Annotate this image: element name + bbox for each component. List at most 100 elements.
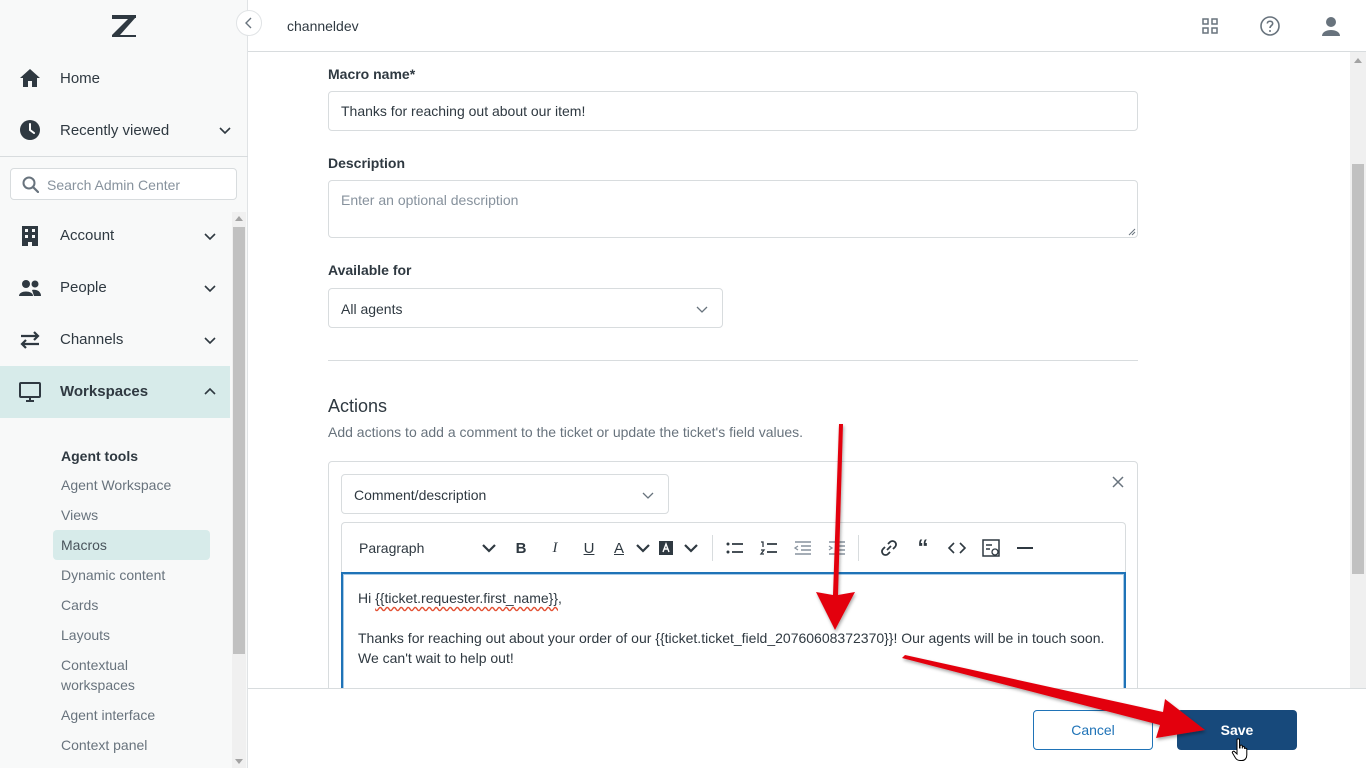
section-divider xyxy=(328,360,1138,361)
close-icon[interactable] xyxy=(1110,474,1126,490)
italic-button[interactable]: I xyxy=(544,537,566,559)
nav-account-label: Account xyxy=(60,227,115,244)
paragraph-style-select[interactable]: Paragraph xyxy=(359,540,424,556)
search-icon xyxy=(22,176,39,193)
highlight-button[interactable] xyxy=(655,537,677,559)
chevron-down-icon[interactable] xyxy=(478,537,500,559)
editor-blank-line xyxy=(358,608,1109,628)
nav-channels-label: Channels xyxy=(60,331,124,348)
editor-line-3: We can't wait to help out! xyxy=(358,650,514,666)
available-for-label: Available for xyxy=(328,262,412,278)
chevron-down-icon xyxy=(642,492,654,499)
sub-macros[interactable]: Macros xyxy=(53,530,210,560)
hand-cursor-icon xyxy=(1231,738,1248,761)
nav-workspaces-label: Workspaces xyxy=(60,383,149,400)
scroll-up-arrow[interactable] xyxy=(1354,58,1362,63)
sidebar-scrollbar[interactable] xyxy=(232,212,246,768)
nav-account[interactable]: Account xyxy=(0,210,230,262)
available-for-value: All agents xyxy=(341,301,403,317)
grid-icon[interactable] xyxy=(1199,15,1221,37)
text-color-button[interactable]: A xyxy=(608,537,630,559)
editor-comma: , xyxy=(558,590,562,606)
outdent-icon[interactable] xyxy=(792,537,814,559)
requester-placeholder: {{ticket.requester.first_name}} xyxy=(375,590,559,606)
actions-subtext: Add actions to add a comment to the tick… xyxy=(328,424,804,440)
description-label: Description xyxy=(328,155,406,171)
clock-icon xyxy=(20,120,40,140)
nav-home[interactable]: Home xyxy=(0,52,248,104)
nav-recently-viewed[interactable]: Recently viewed xyxy=(0,104,248,156)
sidebar: Home Recently viewed Account xyxy=(0,0,248,768)
scroll-down-arrow[interactable] xyxy=(235,759,243,764)
main-scrollbar[interactable] xyxy=(1350,52,1366,688)
sub-context-panel[interactable]: Context panel xyxy=(53,730,210,760)
home-icon xyxy=(20,69,40,87)
macro-editor: Macro name* Description Available for Al… xyxy=(248,52,1350,688)
nav-home-label: Home xyxy=(60,69,101,87)
macro-name-input[interactable] xyxy=(328,91,1138,131)
actions-heading: Actions xyxy=(328,396,388,416)
building-icon xyxy=(22,226,38,246)
action-card: Comment/description Paragraph B I U A “ … xyxy=(328,461,1138,688)
agent-tools-heading: Agent tools xyxy=(61,448,138,464)
resize-grip-icon[interactable] xyxy=(1128,228,1136,236)
sidebar-scroll-thumb[interactable] xyxy=(233,227,245,654)
scroll-up-arrow[interactable] xyxy=(235,216,243,221)
editor-greeting: Hi xyxy=(358,590,376,606)
cancel-button[interactable]: Cancel xyxy=(1033,710,1153,750)
collapse-sidebar-button[interactable] xyxy=(236,10,262,36)
underline-button[interactable]: U xyxy=(578,537,600,559)
sub-dynamic-content[interactable]: Dynamic content xyxy=(53,560,210,590)
sub-agent-interface[interactable]: Agent interface xyxy=(53,700,210,730)
user-icon[interactable] xyxy=(1320,15,1342,37)
form-footer: Cancel Save xyxy=(248,688,1366,768)
comment-editor[interactable]: Hi {{ticket.requester.first_name}}, Than… xyxy=(341,572,1126,688)
description-input[interactable] xyxy=(328,180,1138,238)
chevron-down-icon xyxy=(219,127,231,135)
editor-toolbar: Paragraph B I U A “ xyxy=(341,522,1126,572)
sidebar-scroll-area: Account People Channels Workspaces Agent… xyxy=(0,210,232,768)
sub-views[interactable]: Views xyxy=(53,500,210,530)
horizontal-rule-icon[interactable] xyxy=(1014,537,1036,559)
indent-icon[interactable] xyxy=(826,537,848,559)
sub-agent-workspace[interactable]: Agent Workspace xyxy=(53,470,210,500)
nav-channels[interactable]: Channels xyxy=(0,314,230,366)
nav-people-label: People xyxy=(60,279,107,296)
editor-line-2: Thanks for reaching out about your order… xyxy=(358,630,1105,646)
bold-button[interactable]: B xyxy=(510,537,532,559)
zendesk-logo[interactable] xyxy=(110,13,138,39)
chevron-down-icon xyxy=(696,306,708,313)
help-icon[interactable] xyxy=(1259,15,1281,37)
sub-cards[interactable]: Cards xyxy=(53,590,210,620)
chevron-down-icon xyxy=(204,337,216,345)
code-icon[interactable] xyxy=(946,537,968,559)
chevron-down-icon[interactable] xyxy=(680,537,702,559)
available-for-select[interactable]: All agents xyxy=(328,288,723,328)
sub-layouts[interactable]: Layouts xyxy=(53,620,210,650)
editor-line-1: Hi {{ticket.requester.first_name}}, xyxy=(358,588,1109,608)
account-name: channeldev xyxy=(287,18,359,34)
placeholder-icon[interactable] xyxy=(980,537,1002,559)
chevron-down-icon[interactable] xyxy=(632,537,654,559)
toolbar-divider xyxy=(858,535,859,561)
numbered-list-icon[interactable] xyxy=(758,537,780,559)
monitor-icon xyxy=(19,382,41,402)
admin-search-input[interactable] xyxy=(47,175,227,195)
action-type-value: Comment/description xyxy=(354,487,487,503)
chevron-down-icon xyxy=(204,233,216,241)
nav-workspaces[interactable]: Workspaces xyxy=(0,366,230,418)
sidebar-divider xyxy=(0,156,248,157)
nav-people[interactable]: People xyxy=(0,262,230,314)
sub-contextual-workspaces[interactable]: Contextual workspaces xyxy=(53,655,163,697)
macro-name-label: Macro name* xyxy=(328,66,416,82)
quote-button[interactable]: “ xyxy=(912,535,934,560)
chevron-down-icon xyxy=(204,285,216,293)
action-type-select[interactable]: Comment/description xyxy=(341,474,669,514)
admin-search[interactable] xyxy=(10,168,237,200)
top-header: channeldev xyxy=(248,0,1366,52)
chevron-left-icon xyxy=(245,17,252,29)
main-scroll-thumb[interactable] xyxy=(1352,164,1364,574)
bullet-list-icon[interactable] xyxy=(724,537,746,559)
link-icon[interactable] xyxy=(878,537,900,559)
people-icon xyxy=(19,280,41,296)
